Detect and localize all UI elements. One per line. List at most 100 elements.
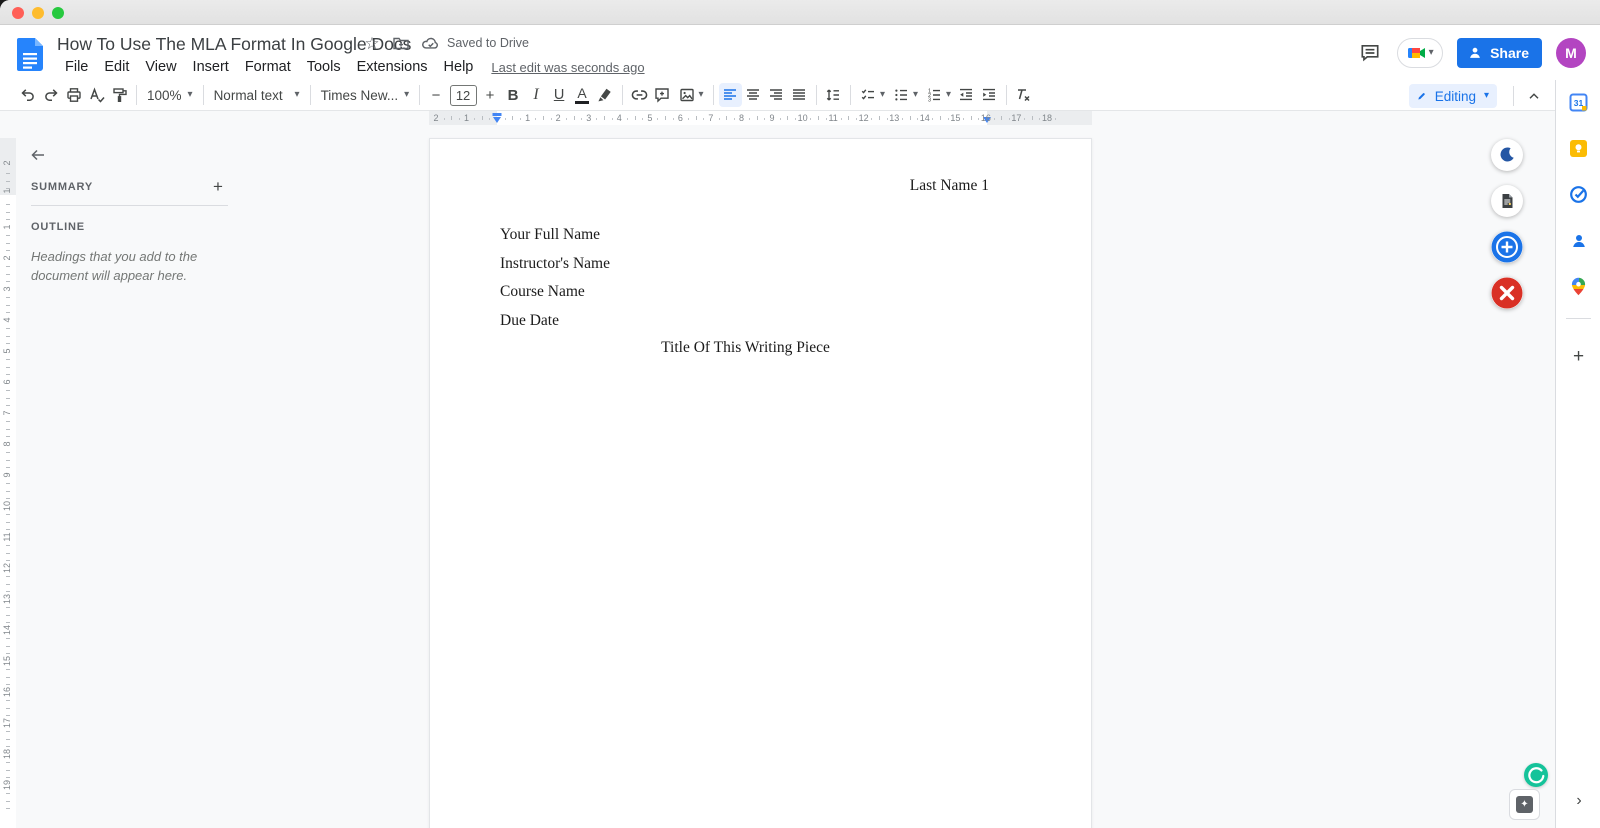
close-outline-button[interactable] [26,143,50,167]
sparkle-icon: ✦ [1516,796,1533,813]
moon-icon [1500,147,1514,162]
paint-format-icon[interactable] [108,83,131,107]
editing-mode-dropdown[interactable]: Editing ▾ [1409,84,1497,108]
ruler-number: 6 [677,112,683,123]
share-button[interactable]: Share [1457,37,1542,68]
close-x-icon [1491,277,1523,309]
undo-button[interactable] [16,83,39,107]
add-summary-button[interactable]: + [206,175,230,199]
chevron-down-icon: ▾ [1483,90,1489,101]
checklist-button[interactable]: ▾ [856,83,889,107]
document-icon [1502,194,1513,208]
add-comment-icon[interactable] [651,83,674,107]
move-to-folder-icon[interactable] [391,33,411,53]
google-contacts-icon[interactable] [1569,231,1588,250]
menu-extensions[interactable]: Extensions [349,56,436,78]
horizontal-ruler[interactable]: 2 1 1 2 3 4 5 6 7 8 9 10 11 12 13 14 15 16 17 18 [0,111,1555,125]
pencil-icon [1418,93,1425,100]
toolbar-divider [1513,86,1514,106]
chevron-down-icon: ▾ [946,89,952,100]
first-line-indent-marker[interactable] [492,112,502,116]
left-indent-marker[interactable] [493,117,501,123]
italic-button[interactable]: I [525,83,548,107]
text-color-button[interactable]: A [571,83,594,107]
fullscreen-window-button[interactable] [52,7,64,19]
document-tool-button[interactable] [1491,185,1523,217]
explore-button[interactable]: ✦ [1509,789,1540,820]
grammarly-icon[interactable] [1524,763,1548,787]
insert-image-button[interactable]: ▾ [674,83,708,107]
google-maps-icon[interactable] [1569,277,1588,296]
document-page[interactable]: Last Name 1 Your Full Name Instructor's … [429,138,1092,828]
meet-call-button[interactable]: ▾ [1397,37,1444,68]
menu-edit[interactable]: Edit [96,56,137,78]
google-docs-logo-icon[interactable] [17,38,43,71]
underline-button[interactable]: U [548,83,571,107]
running-head[interactable]: Last Name 1 [910,177,989,195]
justify-button[interactable] [788,83,811,107]
ruler-number: 19 [2,779,12,790]
toolbar-divider [1005,85,1007,105]
zoom-select[interactable]: 100% ▾ [142,83,198,107]
chevron-down-icon: ▾ [404,89,410,100]
extension-add-button[interactable] [1491,231,1523,263]
close-window-button[interactable] [12,7,24,19]
menu-file[interactable]: File [57,56,96,78]
spellcheck-icon[interactable] [85,83,108,107]
doc-line-instructor[interactable]: Instructor's Name [500,255,610,273]
hide-menus-button[interactable] [1522,84,1545,108]
google-calendar-icon[interactable]: 31 [1569,93,1588,112]
document-title[interactable]: How To Use The MLA Format In Google Docs [57,34,411,55]
menu-insert[interactable]: Insert [185,56,237,78]
bold-button[interactable]: B [502,83,525,107]
align-right-button[interactable] [765,83,788,107]
account-avatar[interactable]: M [1556,37,1586,68]
doc-line-due-date[interactable]: Due Date [500,312,559,330]
toolbar-divider [712,85,714,105]
vertical-ruler[interactable]: 2 1 1 2 3 4 5 6 7 8 9 10 11 12 13 14 15 16 17 18 19 [0,125,16,828]
doc-line-course[interactable]: Course Name [500,283,585,301]
hide-side-panel-button[interactable]: › [1568,790,1590,812]
menu-help[interactable]: Help [436,56,482,78]
ruler-number: 6 [2,379,12,385]
decrease-font-size-button[interactable]: − [425,83,448,107]
share-label: Share [1490,44,1529,61]
extension-close-button[interactable] [1491,277,1523,309]
star-icon[interactable]: ☆ [362,33,382,53]
clear-formatting-icon[interactable] [1012,83,1035,107]
print-icon[interactable] [62,83,85,107]
minimize-window-button[interactable] [32,7,44,19]
doc-line-full-name[interactable]: Your Full Name [500,226,600,244]
paragraph-style-select[interactable]: Normal text ▾ [209,83,305,107]
insert-link-icon[interactable] [628,83,651,107]
align-center-button[interactable] [742,83,765,107]
dark-mode-toggle-button[interactable] [1491,139,1523,171]
get-add-ons-button[interactable]: + [1566,344,1591,369]
bulleted-list-button[interactable]: ▾ [889,83,922,107]
highlight-color-icon[interactable] [594,83,617,107]
menu-tools[interactable]: Tools [299,56,349,78]
redo-button[interactable] [39,83,62,107]
chevron-down-icon: ▾ [698,89,704,100]
font-size-input[interactable]: 12 [449,84,477,106]
saved-status[interactable]: Saved to Drive [447,36,529,50]
decrease-indent-button[interactable] [955,83,978,107]
increase-font-size-button[interactable]: + [479,83,502,107]
ruler-number: 14 [919,112,930,123]
last-edit-link[interactable]: Last edit was seconds ago [491,60,644,75]
menu-view[interactable]: View [137,56,184,78]
cloud-saved-icon [420,33,440,53]
google-keep-icon[interactable] [1569,139,1588,158]
doc-title-line[interactable]: Title Of This Writing Piece [500,339,991,357]
ruler-number: 1 [525,112,531,123]
increase-indent-button[interactable] [978,83,1001,107]
numbered-list-button[interactable]: 123 ▾ [922,83,955,107]
comment-history-icon[interactable] [1357,40,1383,66]
font-family-select[interactable]: Times New... ▾ [316,83,414,107]
line-spacing-icon[interactable] [822,83,845,107]
google-tasks-icon[interactable] [1569,185,1588,204]
menu-format[interactable]: Format [237,56,299,78]
ruler-number: 1 [464,112,470,123]
person-icon [1470,47,1480,58]
align-left-button[interactable] [718,83,742,107]
